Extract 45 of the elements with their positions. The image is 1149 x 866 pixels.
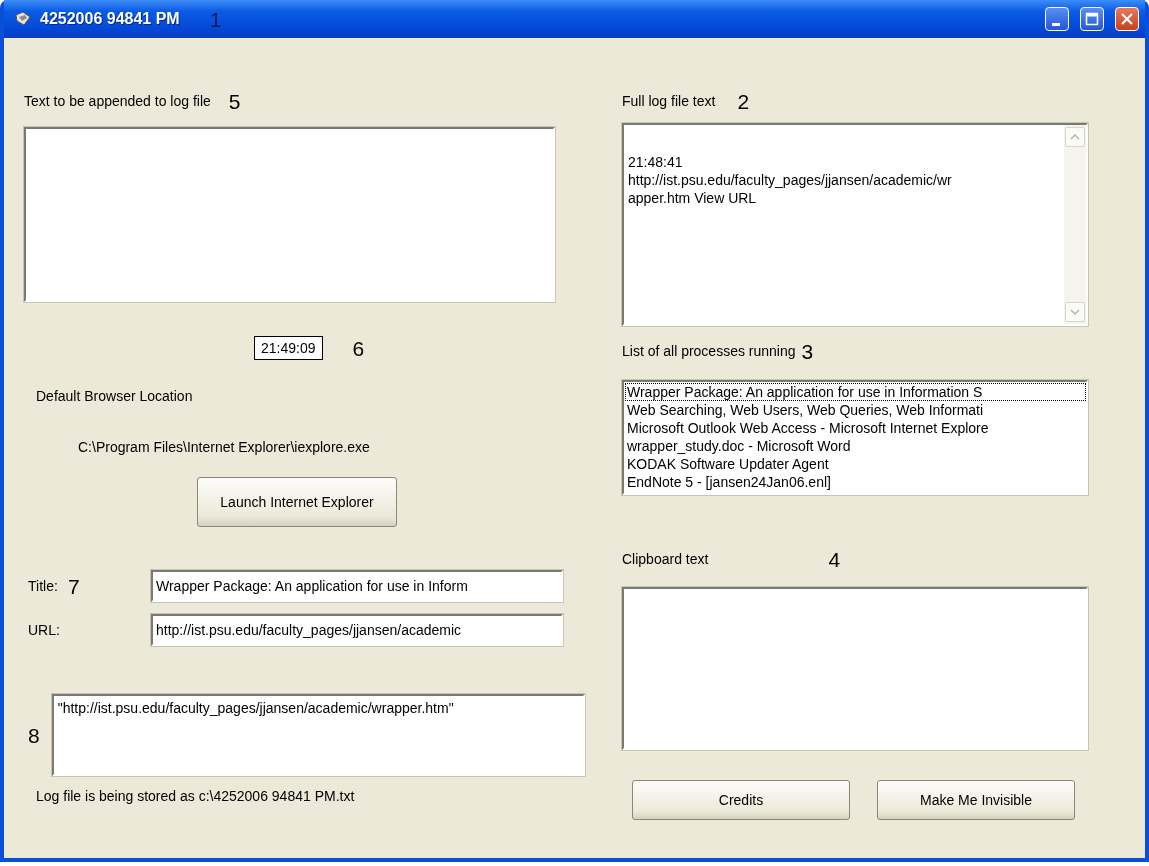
app-icon	[14, 11, 32, 27]
callout-number: 6	[352, 337, 365, 359]
callout-number: 5	[228, 90, 241, 112]
process-list-item[interactable]: KODAK Software Updater Agent	[625, 455, 1086, 473]
field-label: Title:	[28, 578, 59, 594]
minimize-button[interactable]	[1045, 7, 1069, 31]
clock-display: 21:49:09	[254, 336, 323, 360]
callout-number: 3	[801, 340, 814, 362]
scroll-down-icon[interactable]	[1070, 309, 1080, 315]
field-label: Text to be appended to log file	[24, 93, 211, 109]
launch-button[interactable]: Launch Internet Explorer	[197, 477, 397, 527]
log-text: 21:48:41 http://ist.psu.edu/faculty_pages/jjansen/academic/wr apper.htm View URL	[627, 153, 953, 208]
scrollbar[interactable]	[1064, 125, 1086, 324]
url-text-field[interactable]: "http://ist.psu.edu/faculty_pages/jjansen/academic/wrapper.htm"	[51, 694, 585, 776]
invisible-button[interactable]: Make Me Invisible	[877, 780, 1075, 820]
callout-number: 2	[737, 90, 750, 112]
callout-number: 1	[209, 8, 222, 30]
field-label: Clipboard text	[622, 551, 709, 567]
browser-path: C:\Program Files\Internet Explorer\iexplore.exe	[78, 439, 370, 455]
field-label: Default Browser Location	[36, 388, 193, 404]
minimize-icon	[1051, 22, 1060, 26]
scroll-up-icon[interactable]	[1070, 134, 1080, 140]
callout-number: 7	[68, 575, 81, 597]
process-list-item[interactable]: Microsoft Outlook Web Access - Microsoft Internet Explore	[625, 419, 1086, 437]
field-label: List of all processes running	[622, 343, 796, 359]
maximize-button[interactable]	[1080, 7, 1104, 31]
window-title: 4252006 94841 PM	[40, 10, 180, 28]
process-list-item[interactable]: EndNote 5 - [jansen24Jan06.enl]	[625, 473, 1086, 491]
log-text-field[interactable]: 21:48:41 http://ist.psu.edu/faculty_pages/jjansen/academic/wr apper.htm View URL	[622, 123, 1088, 326]
close-button[interactable]	[1115, 7, 1139, 31]
callout-number: 8	[28, 724, 40, 746]
text-field[interactable]: Wrapper Package: An application for use in Inform	[151, 570, 563, 602]
field-label: Full log file text	[622, 93, 716, 109]
append-text-field[interactable]	[24, 127, 555, 302]
credits-button[interactable]: Credits	[632, 780, 850, 820]
close-icon	[1120, 12, 1134, 26]
process-list-item[interactable]: wrapper_study.doc - Microsoft Word	[625, 437, 1086, 455]
callout-number: 4	[828, 548, 841, 570]
process-list-item[interactable]: Wrapper Package: An application for use in Information S	[625, 383, 1086, 401]
text-field[interactable]: http://ist.psu.edu/faculty_pages/jjansen/academic	[151, 614, 563, 646]
status-text: Log file is being stored as c:\4252006 94841 PM.txt	[36, 788, 355, 804]
process-list-item[interactable]: Web Searching, Web Users, Web Queries, Web Informati	[625, 401, 1086, 419]
maximize-icon	[1085, 12, 1099, 26]
field-label: URL:	[28, 622, 61, 638]
clipboard-text-field[interactable]	[622, 587, 1088, 750]
